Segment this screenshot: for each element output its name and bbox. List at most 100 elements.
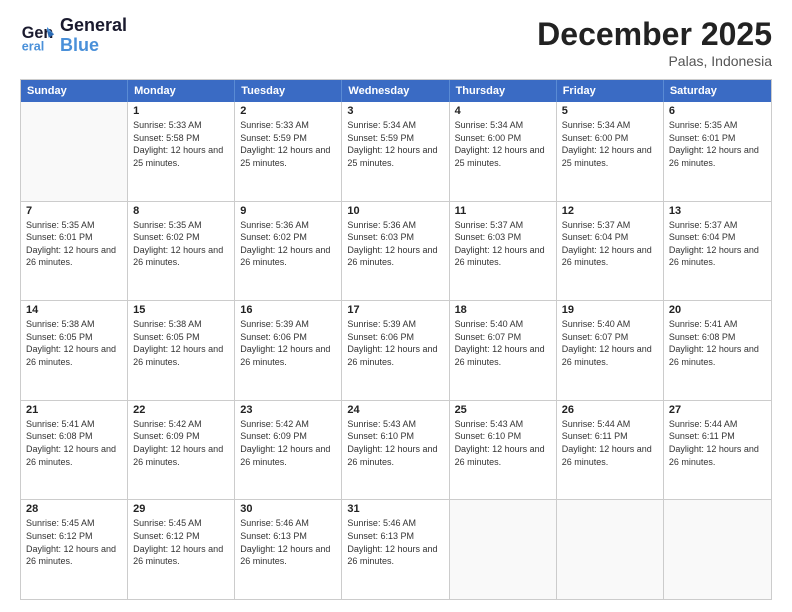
day-number: 20: [669, 304, 766, 316]
calendar-cell: 14 Sunrise: 5:38 AMSunset: 6:05 PMDayligh…: [21, 301, 128, 400]
month-title: December 2025: [537, 16, 772, 53]
day-number: 31: [347, 503, 443, 515]
day-number: 9: [240, 205, 336, 217]
day-number: 2: [240, 105, 336, 117]
calendar-cell: 2 Sunrise: 5:33 AMSunset: 5:59 PMDaylight…: [235, 102, 342, 201]
sun-info: Sunrise: 5:33 AMSunset: 5:58 PMDaylight:…: [133, 119, 229, 169]
logo-text-general: General: [60, 16, 127, 36]
calendar-row-4: 21 Sunrise: 5:41 AMSunset: 6:08 PMDayligh…: [21, 401, 771, 501]
day-number: 15: [133, 304, 229, 316]
sun-info: Sunrise: 5:44 AMSunset: 6:11 PMDaylight:…: [562, 418, 658, 468]
sun-info: Sunrise: 5:37 AMSunset: 6:04 PMDaylight:…: [562, 219, 658, 269]
day-number: 5: [562, 105, 658, 117]
calendar-cell: 7 Sunrise: 5:35 AMSunset: 6:01 PMDaylight…: [21, 202, 128, 301]
header-saturday: Saturday: [664, 80, 771, 102]
sun-info: Sunrise: 5:34 AMSunset: 5:59 PMDaylight:…: [347, 119, 443, 169]
calendar-cell: 6Sunrise: 5:35 AMSunset: 6:01 PMDaylight…: [664, 102, 771, 201]
calendar-cell: 4 Sunrise: 5:34 AMSunset: 6:00 PMDaylight…: [450, 102, 557, 201]
calendar-cell: 8Sunrise: 5:35 AMSunset: 6:02 PMDaylight…: [128, 202, 235, 301]
day-number: 21: [26, 404, 122, 416]
sun-info: Sunrise: 5:46 AMSunset: 6:13 PMDaylight:…: [347, 517, 443, 567]
day-number: 29: [133, 503, 229, 515]
logo-text-blue: Blue: [60, 36, 127, 56]
day-number: 23: [240, 404, 336, 416]
sun-info: Sunrise: 5:33 AMSunset: 5:59 PMDaylight:…: [240, 119, 336, 169]
calendar-cell: 26 Sunrise: 5:44 AMSunset: 6:11 PMDayligh…: [557, 401, 664, 500]
calendar-body: 1 Sunrise: 5:33 AMSunset: 5:58 PMDaylight…: [21, 102, 771, 599]
sun-info: Sunrise: 5:37 AMSunset: 6:04 PMDaylight:…: [669, 219, 766, 269]
calendar-cell: 15 Sunrise: 5:38 AMSunset: 6:05 PMDayligh…: [128, 301, 235, 400]
calendar-cell: 13Sunrise: 5:37 AMSunset: 6:04 PMDayligh…: [664, 202, 771, 301]
sun-info: Sunrise: 5:40 AMSunset: 6:07 PMDaylight:…: [455, 318, 551, 368]
sun-info: Sunrise: 5:38 AMSunset: 6:05 PMDaylight:…: [26, 318, 122, 368]
day-number: 3: [347, 105, 443, 117]
calendar-cell: 10 Sunrise: 5:36 AMSunset: 6:03 PMDayligh…: [342, 202, 449, 301]
day-number: 1: [133, 105, 229, 117]
calendar-cell: [664, 500, 771, 599]
sun-info: Sunrise: 5:46 AMSunset: 6:13 PMDaylight:…: [240, 517, 336, 567]
calendar-page: Gen eral General Blue December 2025 Pala…: [0, 0, 792, 612]
calendar-cell: 28Sunrise: 5:45 AMSunset: 6:12 PMDayligh…: [21, 500, 128, 599]
day-number: 6: [669, 105, 766, 117]
sun-info: Sunrise: 5:35 AMSunset: 6:01 PMDaylight:…: [26, 219, 122, 269]
header-thursday: Thursday: [450, 80, 557, 102]
day-number: 28: [26, 503, 122, 515]
location: Palas, Indonesia: [537, 53, 772, 69]
calendar-row-2: 7 Sunrise: 5:35 AMSunset: 6:01 PMDaylight…: [21, 202, 771, 302]
calendar: Sunday Monday Tuesday Wednesday Thursday…: [20, 79, 772, 600]
calendar-row-1: 1 Sunrise: 5:33 AMSunset: 5:58 PMDaylight…: [21, 102, 771, 202]
day-number: 7: [26, 205, 122, 217]
day-number: 26: [562, 404, 658, 416]
calendar-cell: [450, 500, 557, 599]
calendar-cell: 21 Sunrise: 5:41 AMSunset: 6:08 PMDayligh…: [21, 401, 128, 500]
sun-info: Sunrise: 5:36 AMSunset: 6:03 PMDaylight:…: [347, 219, 443, 269]
sun-info: Sunrise: 5:42 AMSunset: 6:09 PMDaylight:…: [240, 418, 336, 468]
sun-info: Sunrise: 5:39 AMSunset: 6:06 PMDaylight:…: [240, 318, 336, 368]
header-tuesday: Tuesday: [235, 80, 342, 102]
header-friday: Friday: [557, 80, 664, 102]
logo-icon: Gen eral: [20, 18, 56, 54]
calendar-cell: 11Sunrise: 5:37 AMSunset: 6:03 PMDayligh…: [450, 202, 557, 301]
calendar-cell: 12 Sunrise: 5:37 AMSunset: 6:04 PMDayligh…: [557, 202, 664, 301]
logo: Gen eral General Blue: [20, 16, 127, 56]
calendar-cell: [21, 102, 128, 201]
sun-info: Sunrise: 5:35 AMSunset: 6:02 PMDaylight:…: [133, 219, 229, 269]
day-number: 10: [347, 205, 443, 217]
day-number: 4: [455, 105, 551, 117]
day-number: 25: [455, 404, 551, 416]
calendar-cell: 20Sunrise: 5:41 AMSunset: 6:08 PMDayligh…: [664, 301, 771, 400]
sun-info: Sunrise: 5:43 AMSunset: 6:10 PMDaylight:…: [455, 418, 551, 468]
calendar-cell: [557, 500, 664, 599]
sun-info: Sunrise: 5:38 AMSunset: 6:05 PMDaylight:…: [133, 318, 229, 368]
header: Gen eral General Blue December 2025 Pala…: [20, 16, 772, 69]
day-number: 22: [133, 404, 229, 416]
svg-text:eral: eral: [22, 39, 44, 53]
day-number: 24: [347, 404, 443, 416]
calendar-cell: 23 Sunrise: 5:42 AMSunset: 6:09 PMDayligh…: [235, 401, 342, 500]
calendar-cell: 30Sunrise: 5:46 AMSunset: 6:13 PMDayligh…: [235, 500, 342, 599]
calendar-cell: 22Sunrise: 5:42 AMSunset: 6:09 PMDayligh…: [128, 401, 235, 500]
calendar-header: Sunday Monday Tuesday Wednesday Thursday…: [21, 80, 771, 102]
title-block: December 2025 Palas, Indonesia: [537, 16, 772, 69]
sun-info: Sunrise: 5:41 AMSunset: 6:08 PMDaylight:…: [26, 418, 122, 468]
day-number: 14: [26, 304, 122, 316]
sun-info: Sunrise: 5:34 AMSunset: 6:00 PMDaylight:…: [562, 119, 658, 169]
calendar-cell: 1 Sunrise: 5:33 AMSunset: 5:58 PMDaylight…: [128, 102, 235, 201]
day-number: 19: [562, 304, 658, 316]
sun-info: Sunrise: 5:40 AMSunset: 6:07 PMDaylight:…: [562, 318, 658, 368]
sun-info: Sunrise: 5:36 AMSunset: 6:02 PMDaylight:…: [240, 219, 336, 269]
sun-info: Sunrise: 5:39 AMSunset: 6:06 PMDaylight:…: [347, 318, 443, 368]
day-number: 18: [455, 304, 551, 316]
day-number: 27: [669, 404, 766, 416]
calendar-cell: 16Sunrise: 5:39 AMSunset: 6:06 PMDayligh…: [235, 301, 342, 400]
calendar-cell: 19 Sunrise: 5:40 AMSunset: 6:07 PMDayligh…: [557, 301, 664, 400]
sun-info: Sunrise: 5:37 AMSunset: 6:03 PMDaylight:…: [455, 219, 551, 269]
sun-info: Sunrise: 5:34 AMSunset: 6:00 PMDaylight:…: [455, 119, 551, 169]
sun-info: Sunrise: 5:44 AMSunset: 6:11 PMDaylight:…: [669, 418, 766, 468]
calendar-cell: 3 Sunrise: 5:34 AMSunset: 5:59 PMDaylight…: [342, 102, 449, 201]
header-sunday: Sunday: [21, 80, 128, 102]
day-number: 17: [347, 304, 443, 316]
sun-info: Sunrise: 5:45 AMSunset: 6:12 PMDaylight:…: [133, 517, 229, 567]
day-number: 12: [562, 205, 658, 217]
calendar-cell: 25 Sunrise: 5:43 AMSunset: 6:10 PMDayligh…: [450, 401, 557, 500]
